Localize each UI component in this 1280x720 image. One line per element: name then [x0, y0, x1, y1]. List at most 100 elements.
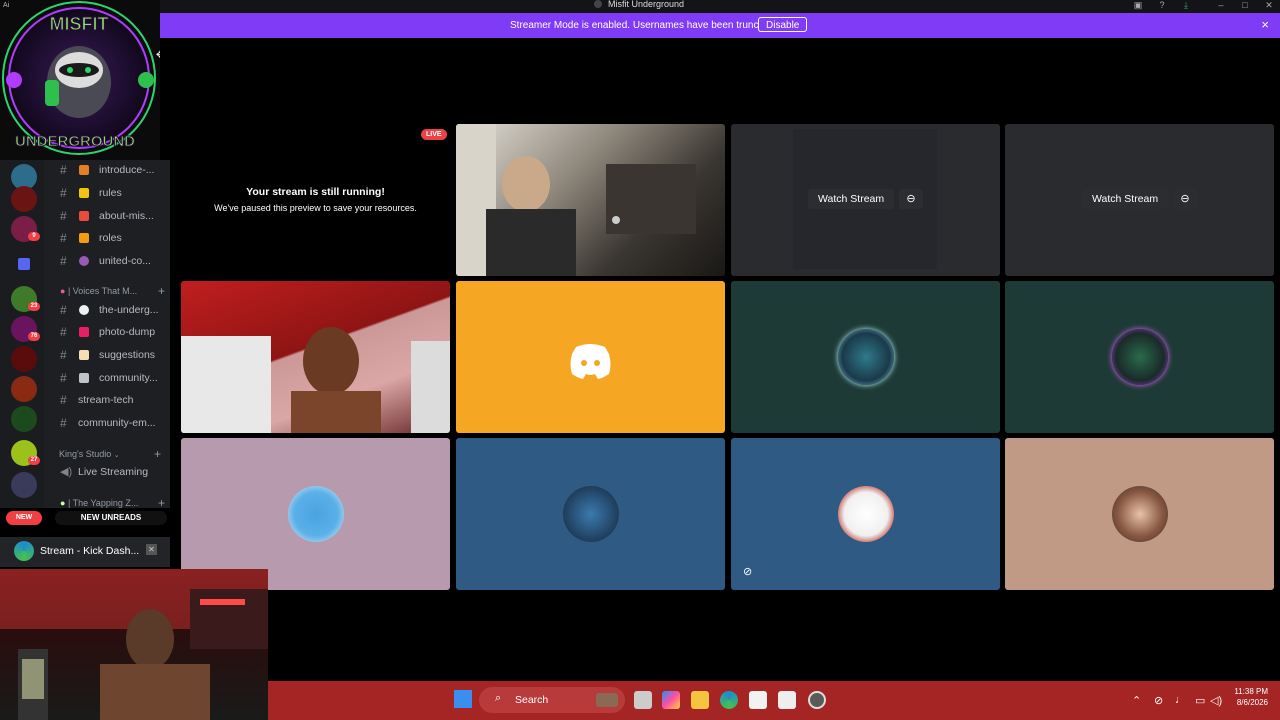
- popout-stream-icon[interactable]: ⊖: [1173, 189, 1197, 209]
- server-logo: Ai MISFIT UNDERGROUND ✥: [0, 0, 160, 160]
- channel-item[interactable]: # suggestions: [44, 345, 170, 365]
- video-tile[interactable]: [456, 124, 725, 276]
- tray-chevron-up-icon[interactable]: ⌃: [1132, 694, 1141, 707]
- edge-browser-icon: [14, 541, 34, 561]
- raccoon-logo-icon: MISFIT UNDERGROUND: [2, 1, 156, 155]
- stream-status-label: Stream - Kick Dash...: [40, 545, 140, 557]
- avatar-tile[interactable]: [731, 281, 1000, 433]
- new-unreads-button[interactable]: NEW UNREADS: [55, 511, 167, 525]
- popout-stream-icon[interactable]: ⊖: [899, 189, 923, 209]
- watch-stream-button[interactable]: Watch Stream: [808, 189, 895, 209]
- logo-top-word: MISFIT: [50, 14, 109, 34]
- volume-icon[interactable]: ◁): [1210, 694, 1222, 707]
- muted-stream-icon: ⊘: [743, 566, 753, 578]
- channel-item[interactable]: # community-em...: [44, 413, 170, 433]
- channel-label: suggestions: [99, 349, 156, 361]
- close-banner-icon[interactable]: ×: [1261, 17, 1269, 32]
- category-header[interactable]: King's Studio ⌄ +: [59, 447, 161, 461]
- tray-app-icon[interactable]: ⊘: [1154, 694, 1163, 707]
- minimize-icon[interactable]: –: [1214, 0, 1228, 10]
- category-emoji-icon: ●: [60, 498, 66, 508]
- system-clock[interactable]: 11:38 PM 8/6/2026: [1234, 686, 1268, 708]
- server-icon[interactable]: [11, 186, 37, 212]
- channel-label: community...: [99, 372, 158, 384]
- channel-item[interactable]: # the-underg...: [44, 300, 170, 320]
- clock-date: 8/6/2026: [1236, 698, 1268, 707]
- unread-badge: 27: [28, 456, 40, 465]
- task-view-icon[interactable]: [634, 691, 652, 709]
- maximize-icon[interactable]: □: [1238, 0, 1252, 10]
- start-icon[interactable]: [454, 690, 472, 708]
- search-box[interactable]: ⌕ Search: [479, 687, 625, 713]
- search-highlight-icon: [596, 693, 618, 707]
- category-header[interactable]: ● | Voices That M... +: [60, 284, 165, 298]
- channel-item[interactable]: # stream-tech: [44, 390, 170, 410]
- avatar-tile[interactable]: [1005, 438, 1274, 590]
- channel-item[interactable]: # rules: [44, 183, 170, 203]
- taskbar: ⌕ Search ⌃ ⊘ ♩ ▭ ◁) 11:38 PM 8/6/2026: [268, 681, 1280, 720]
- hash-icon: #: [60, 416, 67, 430]
- watch-stream-button[interactable]: Watch Stream: [1082, 189, 1169, 209]
- user-avatar: [1112, 486, 1168, 542]
- microphone-icon[interactable]: ♩: [1175, 694, 1186, 706]
- help-icon[interactable]: ?: [1155, 0, 1169, 10]
- avatar-tile[interactable]: [1005, 281, 1274, 433]
- hash-icon: #: [60, 303, 67, 317]
- channel-label: united-co...: [99, 255, 151, 267]
- obs-icon[interactable]: [808, 691, 826, 709]
- channel-item[interactable]: # community...: [44, 368, 170, 388]
- category-label: King's Studio: [59, 449, 112, 459]
- copilot-icon[interactable]: [662, 691, 680, 709]
- my-stream-tile[interactable]: [181, 124, 450, 276]
- hash-icon: #: [60, 186, 67, 200]
- channel-emoji-icon: [79, 373, 89, 383]
- avatar-tile[interactable]: [181, 438, 450, 590]
- logo-bottom-word: UNDERGROUND: [15, 133, 135, 150]
- stop-stream-icon[interactable]: ✕: [146, 544, 157, 555]
- add-channel-icon[interactable]: +: [158, 496, 165, 508]
- download-icon[interactable]: ⤓: [1179, 0, 1193, 10]
- avatar-tile[interactable]: ⊘: [731, 438, 1000, 590]
- hash-icon: #: [60, 209, 67, 223]
- category-header[interactable]: ● | The Yapping Z... +: [60, 496, 165, 508]
- server-icon[interactable]: [11, 406, 37, 432]
- hash-icon: #: [60, 325, 67, 339]
- channel-item[interactable]: # photo-dump: [44, 322, 170, 342]
- stream-preview-tile[interactable]: Watch Stream ⊖: [1005, 124, 1274, 276]
- video-tile[interactable]: [181, 281, 450, 433]
- server-icon[interactable]: [11, 376, 37, 402]
- disable-streamer-mode-button[interactable]: Disable: [758, 17, 808, 32]
- channel-item[interactable]: # united-co...: [44, 251, 170, 271]
- edge-icon[interactable]: [720, 691, 738, 709]
- network-icon[interactable]: ▭: [1195, 694, 1205, 707]
- participant-video: [181, 281, 450, 433]
- server-icon[interactable]: [11, 346, 37, 372]
- store-icon[interactable]: [749, 691, 767, 709]
- stream-status-row[interactable]: Stream - Kick Dash... ✕: [0, 537, 170, 567]
- stream-preview-tile[interactable]: Watch Stream ⊖: [731, 124, 1000, 276]
- channel-item[interactable]: # roles: [44, 228, 170, 248]
- channel-item[interactable]: # about-mis...: [44, 206, 170, 226]
- add-channel-icon[interactable]: +: [158, 284, 165, 298]
- user-avatar: [838, 329, 894, 385]
- streamer-mode-banner: Streamer Mode is enabled. Usernames have…: [160, 13, 1280, 38]
- hash-icon: #: [60, 163, 67, 177]
- discord-avatar-tile[interactable]: [456, 281, 725, 433]
- channel-item[interactable]: # introduce-...: [44, 160, 170, 180]
- close-window-icon[interactable]: ✕: [1262, 0, 1276, 10]
- cursor-icon: ✥: [156, 50, 160, 61]
- notepad-icon[interactable]: [778, 691, 796, 709]
- hash-icon: #: [60, 393, 67, 407]
- unread-badge: 76: [28, 332, 40, 341]
- channel-label: rules: [99, 187, 122, 199]
- channel-emoji-icon: [79, 233, 89, 243]
- folder-icon[interactable]: [18, 258, 30, 270]
- new-badge[interactable]: NEW: [6, 511, 42, 525]
- avatar-tile[interactable]: [456, 438, 725, 590]
- add-channel-icon[interactable]: +: [154, 447, 161, 461]
- server-icon[interactable]: [11, 472, 37, 498]
- webcam-overlay: [0, 569, 268, 720]
- voice-channel-item[interactable]: ◀) Live Streaming: [44, 462, 170, 482]
- file-explorer-icon[interactable]: [691, 691, 709, 709]
- inbox-icon[interactable]: ▣: [1131, 0, 1145, 10]
